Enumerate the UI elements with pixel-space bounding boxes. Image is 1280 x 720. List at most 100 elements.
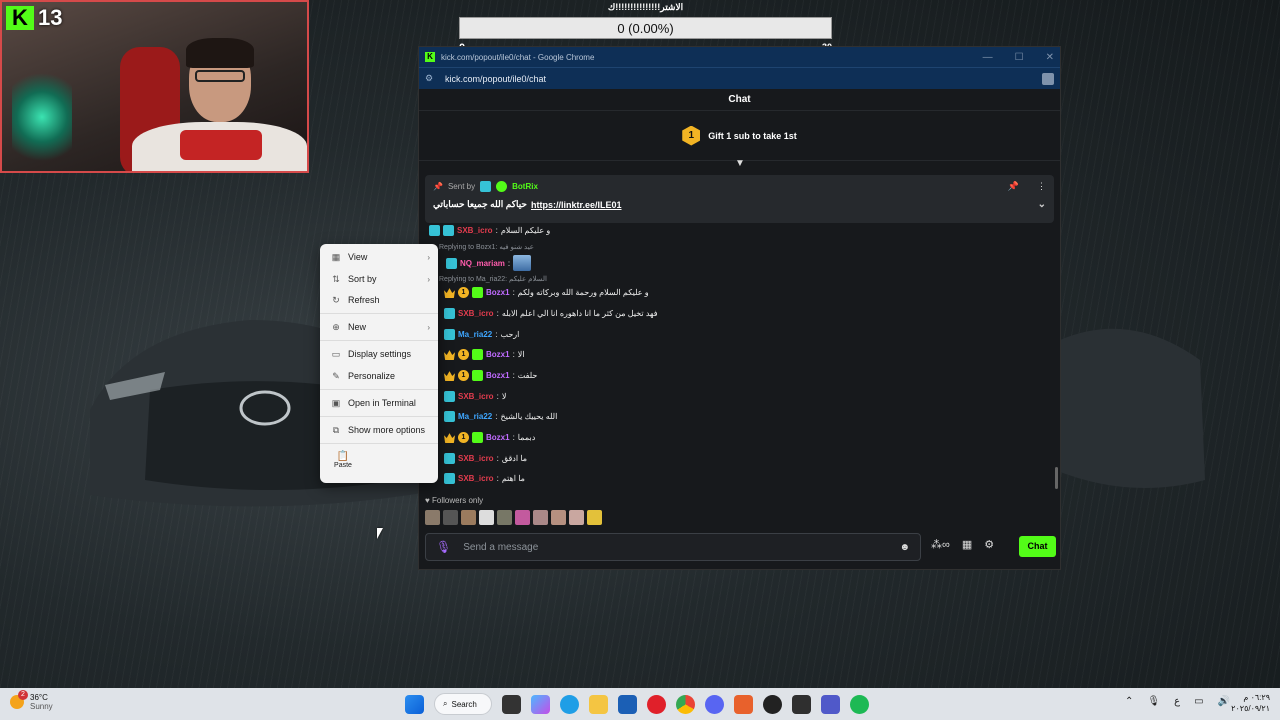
chat-text: الا [517,350,525,359]
chat-username[interactable]: Bozx1 [486,433,510,442]
settings-gear-icon[interactable]: ⚙ [984,538,994,551]
pinned-message[interactable]: 📌 Sent by BotRix 📌 ⋮ حياكم الله جميعا حس… [425,175,1054,223]
menu-item-personalize[interactable]: ✎ Personalize [320,366,438,386]
close-icon[interactable]: ✕ [1046,52,1054,63]
emote-thumb[interactable] [443,510,458,525]
menu-item-new[interactable]: ⊕ New › [320,317,438,337]
chat-message[interactable]: Ma_ria22: الله يحييك يالشيخ [429,411,557,422]
edge-icon[interactable] [560,694,579,714]
emote-thumb[interactable] [425,510,440,525]
menu-item-view[interactable]: ▦ View › [320,247,438,267]
chat-message[interactable]: 1 Bozx1: حلفت [429,370,537,381]
chat-username[interactable]: SXB_icro [458,309,494,318]
app-icon[interactable] [734,694,753,714]
chat-username[interactable]: Ma_ria22 [458,330,492,339]
menu-item-refresh[interactable]: ↻ Refresh [320,290,438,310]
sub-badge-icon [444,411,455,422]
chat-message[interactable]: 1 Bozx1: الا [429,349,525,360]
chat-message[interactable]: 1 Bozx1: و عليكم السلام ورحمة الله وبركا… [429,287,649,298]
language-indicator[interactable]: ع [1174,696,1180,707]
clock[interactable]: ٠٦:٢٩ م ٢٠٢٥/٠٩/٢١ [1228,692,1270,714]
spotify-icon[interactable] [850,694,869,714]
chat-username[interactable]: NQ_mariam [460,259,505,268]
viewer-count: 13 [38,5,63,30]
reply-context[interactable]: Replying to Bozx1: عيد شنو فيه [439,243,534,251]
store-icon[interactable]: ▦ [962,538,972,551]
chat-message[interactable]: SXB_icro: ما ادقق [429,453,527,464]
copilot-icon[interactable] [531,694,550,714]
chat-username[interactable]: SXB_icro [458,454,494,463]
emote-thumb[interactable] [515,510,530,525]
gift-banner[interactable]: 1 Gift 1 sub to take 1st [419,111,1060,161]
file-explorer-icon[interactable] [589,694,608,714]
webcam-overlay: K 13 [0,0,309,173]
chat-text: الله يحييك يالشيخ [500,412,558,421]
emote-thumb[interactable] [587,510,602,525]
chat-message[interactable]: SXB_icro: ما اهتم [429,473,525,484]
task-view-icon[interactable] [502,694,521,714]
discord-icon[interactable] [705,694,724,714]
chat-tools: ⁂∞ ▦ ⚙ [931,538,994,551]
menu-item-sort-by[interactable]: ⇅ Sort by › [320,269,438,289]
chat-message[interactable]: Ma_ria22: ارحب [429,329,519,340]
chevron-down-icon[interactable]: ⌄ [1038,199,1046,210]
chat-scrollbar[interactable] [1055,467,1058,489]
chevron-right-icon: › [427,322,430,332]
url-text[interactable]: kick.com/popout/ile0/chat [445,74,546,84]
title-bar[interactable]: K kick.com/popout/ile0/chat - Google Chr… [419,47,1060,67]
store-app-icon[interactable] [618,694,637,714]
chat-username[interactable]: SXB_icro [458,474,494,483]
message-input[interactable]: 🎙 Send a message ☻ [425,533,921,561]
filter-icon[interactable]: ▼ [735,158,745,169]
send-chat-button[interactable]: Chat [1019,536,1056,557]
microphone-icon[interactable]: 🎙 [436,540,451,554]
chat-message[interactable]: SXB_icro: فهد تخيل من كثر ما انا داهوره … [429,308,658,319]
unpin-icon[interactable]: 📌 [1008,181,1019,192]
maximize-icon[interactable]: ☐ [1015,52,1024,63]
emote-thumb[interactable] [533,510,548,525]
weather-widget[interactable]: 2 36°C Sunny [10,690,53,711]
menu-item-open-terminal[interactable]: ▣ Open in Terminal [320,393,438,413]
emote-thumb[interactable] [461,510,476,525]
bot-badge-icon [480,181,492,192]
windows-start-icon[interactable] [405,694,424,714]
emote-thumb[interactable] [569,510,584,525]
teams-icon[interactable] [821,694,840,714]
taskbar: 2 36°C Sunny ⌕ Search ⌃ 🎙 ع ▭ 🔊 ٠٦:٢٩ م … [0,688,1280,720]
emote-thumb[interactable] [497,510,512,525]
emote-thumb[interactable] [551,510,566,525]
address-bar[interactable]: ⚙ kick.com/popout/ile0/chat [419,67,1060,89]
site-settings-icon[interactable]: ⚙ [425,73,437,84]
reply-context[interactable]: Replying to Ma_ria22: السلام عليكم [439,275,547,283]
chat-message[interactable]: NQ_mariam: [429,255,532,271]
chat-username[interactable]: Bozx1 [486,350,510,359]
pinned-sender[interactable]: BotRix [512,182,538,191]
chat-message[interactable]: SXB_icro: و عليكم السلام [429,225,550,236]
chat-message[interactable]: 1 Bozx1: دبمما [429,432,535,443]
chrome-icon[interactable] [676,694,695,714]
chevron-up-icon[interactable]: ⌃ [1125,696,1133,707]
epic-games-icon[interactable] [792,694,811,714]
paste-button[interactable]: 📋 Paste [330,451,356,469]
obs-icon[interactable] [763,694,782,714]
opera-icon[interactable] [647,694,666,714]
menu-item-show-more-options[interactable]: ⧉ Show more options [320,420,438,440]
chat-username[interactable]: SXB_icro [457,226,493,235]
pinned-link[interactable]: https://linktr.ee/ILE01 [531,200,622,210]
translate-icon[interactable] [1042,72,1054,85]
minimize-icon[interactable]: — [983,52,993,63]
emoji-icon[interactable]: ☻ [899,542,910,553]
chat-message[interactable]: SXB_icro: لا [429,391,506,402]
menu-item-display-settings[interactable]: ▭ Display settings [320,344,438,364]
chat-username[interactable]: Ma_ria22 [458,412,492,421]
emote-thumb[interactable] [479,510,494,525]
chat-username[interactable]: Bozx1 [486,288,510,297]
kicks-icon[interactable]: ⁂∞ [931,538,950,551]
network-icon[interactable]: ▭ [1194,696,1203,707]
coin-badge-icon: 1 [458,370,469,381]
chat-username[interactable]: SXB_icro [458,392,494,401]
more-vertical-icon[interactable]: ⋮ [1037,181,1046,192]
taskbar-search[interactable]: ⌕ Search [434,693,492,715]
chat-username[interactable]: Bozx1 [486,371,510,380]
microphone-tray-icon[interactable]: 🎙 [1147,696,1160,707]
